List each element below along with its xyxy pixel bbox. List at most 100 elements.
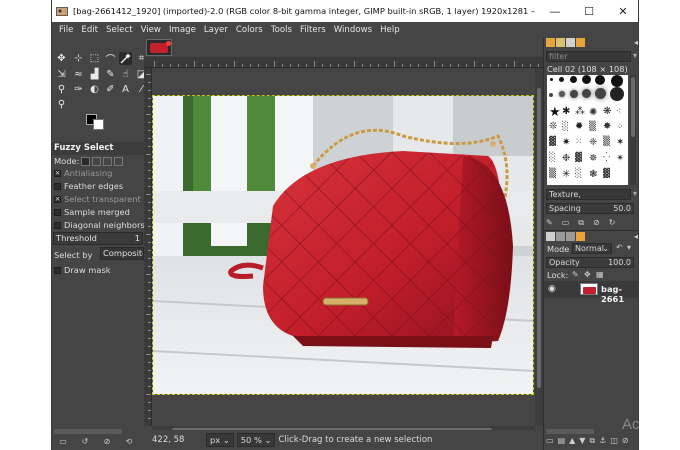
feather-edges-checkbox[interactable] (54, 182, 61, 190)
duplicate-brush-icon[interactable]: ⧉ (578, 218, 584, 230)
menu-colors[interactable]: Colors (232, 25, 267, 35)
tab-paths-icon[interactable] (566, 232, 575, 241)
move-tool-icon[interactable]: ✥ (55, 52, 68, 65)
fuzzy-select-icon[interactable] (119, 52, 132, 65)
unified-transform-icon[interactable]: ⇲ (55, 68, 68, 81)
vertical-ruler[interactable] (144, 68, 152, 426)
diagonal-neighbors-checkbox[interactable] (54, 221, 61, 229)
rect-select-icon[interactable]: ⬚ (88, 52, 101, 65)
mode-intersect-icon[interactable] (114, 156, 124, 166)
menu-tools[interactable]: Tools (267, 25, 296, 35)
tab-channels-icon[interactable] (556, 232, 565, 241)
align-tool-icon[interactable]: ⊹ (72, 52, 85, 65)
select-transparent-row[interactable]: × Select transparent areas (54, 193, 142, 205)
background-color-swatch[interactable] (93, 119, 104, 130)
tab-undo-icon[interactable] (576, 232, 585, 241)
layers-menu-icon[interactable]: ◂ (634, 232, 638, 241)
brush-filter-input[interactable]: filter (546, 51, 631, 62)
delete-layer-icon[interactable]: ⊘ (622, 436, 629, 446)
mode-replace-icon[interactable] (81, 156, 91, 166)
paintbrush-icon[interactable]: ✎ (104, 68, 117, 81)
toolbox-scroll[interactable] (54, 429, 122, 434)
lower-layer-icon[interactable]: ▼ (579, 436, 585, 446)
unit-dropdown[interactable]: px ⌄ (206, 433, 234, 447)
layer-mode-dropdown[interactable]: Normal ⌄ (572, 243, 612, 254)
new-layer-icon[interactable]: ▭ (546, 436, 554, 446)
mask-layer-icon[interactable]: ◫ (610, 436, 618, 446)
free-select-icon[interactable]: ⌒ (104, 52, 117, 66)
brush-grid-scrollbar[interactable] (630, 75, 636, 185)
select-by-dropdown[interactable]: Composite (100, 247, 144, 260)
vertical-scrollbar[interactable] (535, 68, 543, 426)
sample-merged-row[interactable]: Sample merged (54, 206, 130, 218)
refresh-brushes-icon[interactable]: ↻ (609, 218, 616, 230)
image-canvas[interactable] (152, 95, 534, 395)
menu-file[interactable]: File (55, 25, 77, 35)
warp-transform-icon[interactable]: ≈ (72, 68, 85, 81)
lock-pixels-icon[interactable]: ✎ (572, 270, 579, 279)
menu-windows[interactable]: Windows (330, 25, 376, 35)
dodge-tool-icon[interactable]: ◐ (88, 83, 101, 96)
new-group-icon[interactable]: ▤ (558, 436, 566, 446)
layer-mode-options-icon[interactable]: ▾ (627, 243, 631, 252)
menu-filters[interactable]: Filters (296, 25, 330, 35)
select-transparent-checkbox[interactable]: × (54, 195, 61, 203)
image-tab-thumbnail[interactable] (146, 39, 172, 56)
brush-tag-field[interactable]: Texture, (546, 189, 631, 200)
threshold-slider[interactable]: Threshold 1 (53, 232, 143, 245)
antialiasing-checkbox[interactable]: × (54, 169, 61, 177)
menu-edit[interactable]: Edit (77, 25, 102, 35)
edit-brush-icon[interactable]: ✎ (546, 218, 553, 230)
menu-image[interactable]: Image (165, 25, 200, 35)
opacity-slider[interactable]: Opacity 100.0 (546, 257, 634, 268)
tab-fonts-icon[interactable] (566, 38, 575, 47)
mode-subtract-icon[interactable] (103, 156, 113, 166)
draw-mask-checkbox[interactable] (54, 266, 61, 274)
lock-alpha-icon[interactable]: ▦ (596, 270, 604, 279)
filter-dropdown-icon[interactable]: ▾ (633, 51, 637, 60)
menu-select[interactable]: Select (102, 25, 137, 35)
antialiasing-row[interactable]: × Antialiasing (54, 167, 112, 179)
brush-grid[interactable]: ★ ✱ ⁂ ✺ ❋ ⁖ ❊ ░ ✹ ▒ ✸ ⁘ ▓ ✷ ⁙ ❈ ▒ ✶ ░ ❉ … (547, 75, 628, 185)
raise-layer-icon[interactable]: ▲ (569, 436, 575, 446)
menu-help[interactable]: Help (376, 25, 404, 35)
zoom-dropdown[interactable]: 50 % ⌄ (236, 433, 276, 447)
eye-visibility-icon[interactable]: ◉ (548, 284, 556, 294)
mode-add-icon[interactable] (92, 156, 102, 166)
dock-menu-icon[interactable]: ◂ (634, 38, 638, 47)
pencil-icon[interactable]: ✐ (104, 83, 117, 96)
layer-row[interactable]: ◉ bag-2661 (544, 281, 638, 304)
menu-view[interactable]: View (137, 25, 165, 35)
feather-edges-row[interactable]: Feather edges (54, 180, 123, 192)
tab-layers-icon[interactable] (546, 232, 555, 241)
clone-tool-icon[interactable]: ⚲ (55, 83, 68, 96)
tab-brushes-icon[interactable] (546, 38, 555, 47)
sample-merged-checkbox[interactable] (54, 208, 61, 216)
draw-mask-row[interactable]: Draw mask (54, 264, 111, 276)
bucket-fill-icon[interactable]: ▟ (88, 68, 101, 81)
save-options-icon[interactable]: ▭ (58, 436, 68, 446)
spacing-slider[interactable]: Spacing 50.0 (546, 203, 634, 214)
tab-patterns-icon[interactable] (556, 38, 565, 47)
delete-options-icon[interactable]: ⊘ (102, 436, 112, 446)
smudge-icon[interactable]: ☝ (119, 68, 132, 81)
tag-dropdown-icon[interactable]: ▾ (633, 189, 637, 198)
duplicate-layer-icon[interactable]: ⧉ (589, 436, 595, 446)
lock-position-icon[interactable]: ✥ (584, 270, 591, 279)
horizontal-ruler[interactable] (144, 57, 543, 68)
path-tool-icon[interactable]: ✑ (72, 83, 85, 96)
menu-layer[interactable]: Layer (200, 25, 232, 35)
close-button[interactable]: ✕ (606, 0, 638, 22)
anchor-layer-icon[interactable]: ⚓ (599, 436, 606, 446)
layers-scroll[interactable] (546, 429, 594, 434)
zoom-tool-icon[interactable]: ⚲ (55, 98, 68, 111)
reset-options-icon[interactable]: ⟲ (124, 436, 134, 446)
minimize-button[interactable]: — (538, 0, 572, 22)
restore-options-icon[interactable]: ↺ (80, 436, 90, 446)
tab-document-history-icon[interactable] (576, 38, 585, 47)
text-tool-icon[interactable]: A (119, 83, 132, 96)
delete-brush-icon[interactable]: ⊘ (593, 218, 600, 230)
layer-mode-switch-icon[interactable]: ↶ (616, 243, 623, 252)
new-brush-icon[interactable]: ▭ (562, 218, 570, 230)
diagonal-neighbors-row[interactable]: Diagonal neighbors (54, 219, 145, 231)
